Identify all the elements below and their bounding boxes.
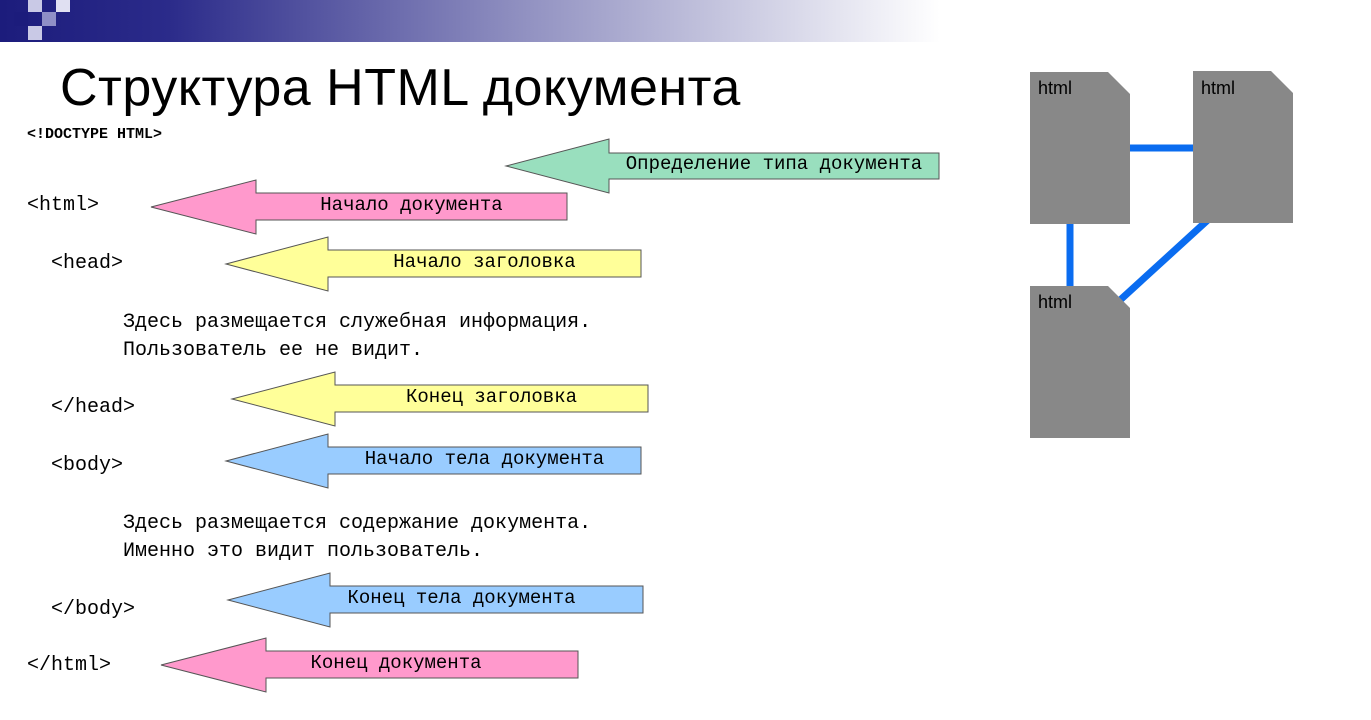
header-square-light3 bbox=[56, 0, 70, 12]
code-body-text-1: Здесь размещается содержание документа. bbox=[123, 512, 592, 535]
document-icon-1-label: html bbox=[1038, 78, 1073, 98]
code-head-text-1: Здесь размещается служебная информация. bbox=[123, 311, 592, 334]
code-body-text-2: Именно это видит пользователь. bbox=[123, 540, 484, 563]
arrow-body-start-label: Начало тела документа bbox=[364, 448, 605, 470]
code-doctype: <!DOCTYPE HTML> bbox=[27, 126, 163, 143]
arrow-doc-end-label: Конец документа bbox=[310, 652, 482, 674]
arrow-doctype-label: Определение типа документа bbox=[625, 153, 923, 175]
arrow-head-start-label: Начало заголовка bbox=[393, 251, 576, 273]
code-head-open: <head> bbox=[51, 252, 124, 275]
document-icon-3-label: html bbox=[1038, 292, 1073, 312]
header-square-mid bbox=[42, 12, 56, 26]
header-square-light2 bbox=[28, 26, 42, 40]
arrow-doc-start-label: Начало документа bbox=[320, 194, 503, 216]
code-head-text-2: Пользователь ее не видит. bbox=[123, 339, 424, 362]
page-title: Структура HTML документа bbox=[60, 59, 741, 117]
code-body-open: <body> bbox=[51, 454, 124, 477]
document-icon-2-label: html bbox=[1201, 78, 1236, 98]
header-square-dark bbox=[14, 12, 28, 26]
code-html-close: </html> bbox=[27, 654, 112, 677]
arrow-body-end-label: Конец тела документа bbox=[347, 587, 576, 609]
header-square-light bbox=[28, 0, 42, 12]
arrow-head-end-label: Конец заголовка bbox=[405, 386, 578, 408]
code-html-open: <html> bbox=[27, 194, 100, 217]
code-body-close: </body> bbox=[51, 598, 136, 621]
code-head-close: </head> bbox=[51, 396, 136, 419]
header-gradient-bar bbox=[0, 0, 940, 42]
